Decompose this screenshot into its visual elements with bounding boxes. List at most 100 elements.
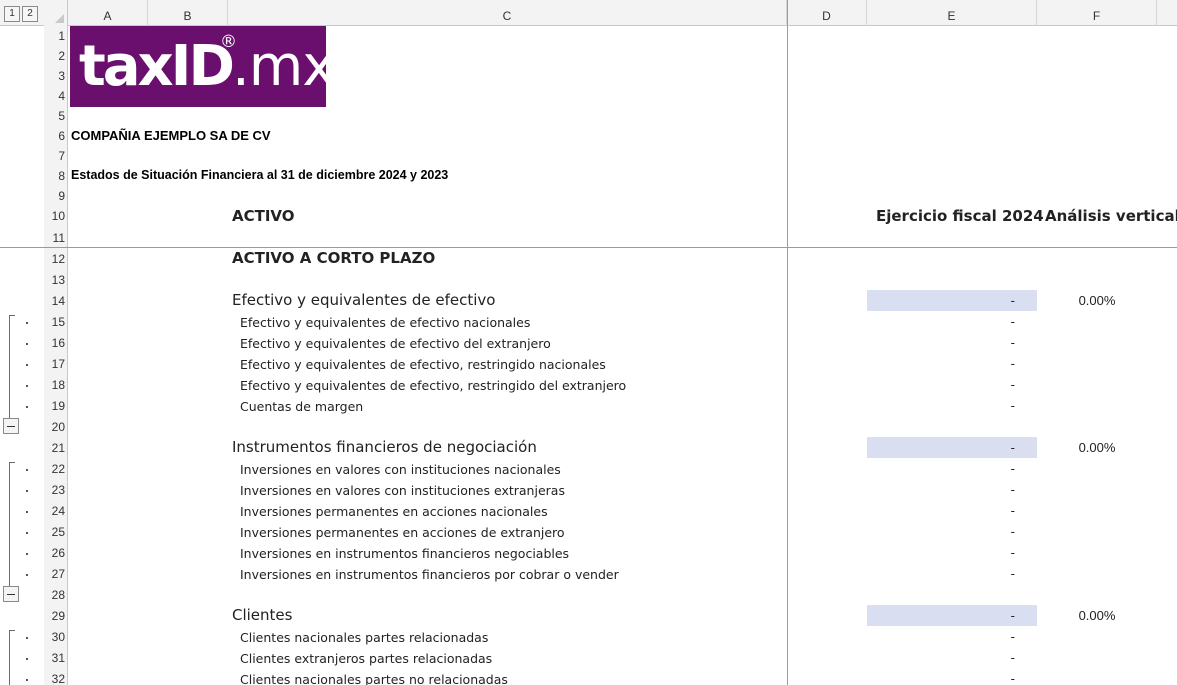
column-header-d[interactable]: D [787,0,867,26]
row-header[interactable]: 7 [44,149,67,163]
line-item-value[interactable]: - [867,482,1015,497]
row-header[interactable]: 1 [44,29,67,43]
outline-level-1-button[interactable]: 1 [4,6,20,22]
row-header[interactable]: 18 [44,378,67,392]
row-header[interactable]: 13 [44,273,67,287]
logo-wordmark: taxID.mx [79,34,335,99]
outline-dot [26,553,28,555]
row-header[interactable]: 14 [44,294,67,308]
group-label-cell[interactable]: Clientes [232,606,292,624]
line-item-label[interactable]: Cuentas de margen [240,399,363,414]
outline-level-2-button[interactable]: 2 [22,6,38,22]
row-header[interactable]: 29 [44,609,67,623]
column-header-a[interactable]: A [68,0,148,26]
row-header[interactable]: 12 [44,252,67,266]
line-item-label[interactable]: Clientes nacionales partes relacionadas [240,630,488,645]
group-label-cell[interactable]: Instrumentos financieros de negociación [232,438,537,456]
line-item-label[interactable]: Efectivo y equivalentes de efectivo, res… [240,357,606,372]
group-total-cell[interactable]: - [867,608,1015,623]
group-percent-cell[interactable]: 0.00% [1040,608,1154,623]
line-item-value[interactable]: - [867,524,1015,539]
section-title-cell[interactable]: ACTIVO A CORTO PLAZO [232,249,435,267]
company-name-cell[interactable]: COMPAÑIA EJEMPLO SA DE CV [71,128,271,143]
row-header-column [44,26,68,685]
report-title-cell[interactable]: Estados de Situación Financiera al 31 de… [71,168,448,182]
line-item-label[interactable]: Inversiones permanentes en acciones de e… [240,525,565,540]
outline-dot [26,637,28,639]
outline-dot [26,469,28,471]
registered-mark: ® [220,32,237,52]
line-item-label[interactable]: Inversiones en instrumentos financieros … [240,567,619,582]
analisis-vertical-header-cell[interactable]: Análisis vertical [1045,207,1177,225]
row-header[interactable]: 15 [44,315,67,329]
line-item-label[interactable]: Inversiones en valores con instituciones… [240,462,561,477]
group-percent-cell[interactable]: 0.00% [1040,293,1154,308]
line-item-value[interactable]: - [867,650,1015,665]
row-header[interactable]: 22 [44,462,67,476]
line-item-label[interactable]: Efectivo y equivalentes de efectivo naci… [240,315,530,330]
group-total-cell[interactable]: - [867,293,1015,308]
row-header[interactable]: 25 [44,525,67,539]
line-item-label[interactable]: Efectivo y equivalentes de efectivo, res… [240,378,626,393]
column-header-b[interactable]: B [148,0,228,26]
row-header[interactable]: 24 [44,504,67,518]
row-header[interactable]: 31 [44,651,67,665]
row-header[interactable]: 26 [44,546,67,560]
line-item-value[interactable]: - [867,377,1015,392]
collapse-group-button[interactable] [3,418,19,434]
outline-dot [26,385,28,387]
line-item-label[interactable]: Clientes extranjeros partes relacionadas [240,651,492,666]
group-total-cell[interactable]: - [867,440,1015,455]
column-header-e[interactable]: E [867,0,1037,26]
outline-dot [26,658,28,660]
outline-group-bracket [9,462,15,588]
line-item-label[interactable]: Inversiones en valores con instituciones… [240,483,565,498]
row-header[interactable]: 21 [44,441,67,455]
row-header[interactable]: 23 [44,483,67,497]
line-item-label[interactable]: Efectivo y equivalentes de efectivo del … [240,336,551,351]
line-item-value[interactable]: - [867,671,1015,685]
outline-dot [26,406,28,408]
outline-dot [26,322,28,324]
line-item-value[interactable]: - [867,545,1015,560]
activo-header-cell[interactable]: ACTIVO [232,207,295,225]
row-header[interactable]: 4 [44,89,67,103]
line-item-value[interactable]: - [867,356,1015,371]
row-header[interactable]: 5 [44,109,67,123]
collapse-group-button[interactable] [3,586,19,602]
group-label-cell[interactable]: Efectivo y equivalentes de efectivo [232,291,495,309]
line-item-label[interactable]: Inversiones en instrumentos financieros … [240,546,569,561]
row-header[interactable]: 8 [44,169,67,183]
group-percent-cell[interactable]: 0.00% [1040,440,1154,455]
row-header[interactable]: 28 [44,588,67,602]
freeze-pane-horizontal-line [0,247,1177,248]
line-item-value[interactable]: - [867,335,1015,350]
line-item-value[interactable]: - [867,566,1015,581]
row-header[interactable]: 30 [44,630,67,644]
freeze-pane-vertical-line [787,0,788,685]
line-item-value[interactable]: - [867,503,1015,518]
row-header[interactable]: 19 [44,399,67,413]
line-item-value[interactable]: - [867,314,1015,329]
outline-dot [26,679,28,681]
line-item-value[interactable]: - [867,629,1015,644]
line-item-value[interactable]: - [867,398,1015,413]
column-header-f[interactable]: F [1037,0,1157,26]
row-header[interactable]: 11 [44,231,67,245]
select-all-corner[interactable] [44,0,68,26]
row-header[interactable]: 32 [44,672,67,685]
line-item-value[interactable]: - [867,461,1015,476]
row-header[interactable]: 2 [44,49,67,63]
row-header[interactable]: 6 [44,129,67,143]
line-item-label[interactable]: Clientes nacionales partes no relacionad… [240,672,508,685]
row-header[interactable]: 20 [44,420,67,434]
row-header[interactable]: 3 [44,69,67,83]
row-header[interactable]: 16 [44,336,67,350]
row-header[interactable]: 17 [44,357,67,371]
ejercicio-fiscal-header-cell[interactable]: Ejercicio fiscal 2024 [876,207,1044,225]
row-header[interactable]: 27 [44,567,67,581]
row-header[interactable]: 10 [44,209,67,223]
column-header-c[interactable]: C [228,0,787,26]
row-header[interactable]: 9 [44,189,67,203]
line-item-label[interactable]: Inversiones permanentes en acciones naci… [240,504,548,519]
